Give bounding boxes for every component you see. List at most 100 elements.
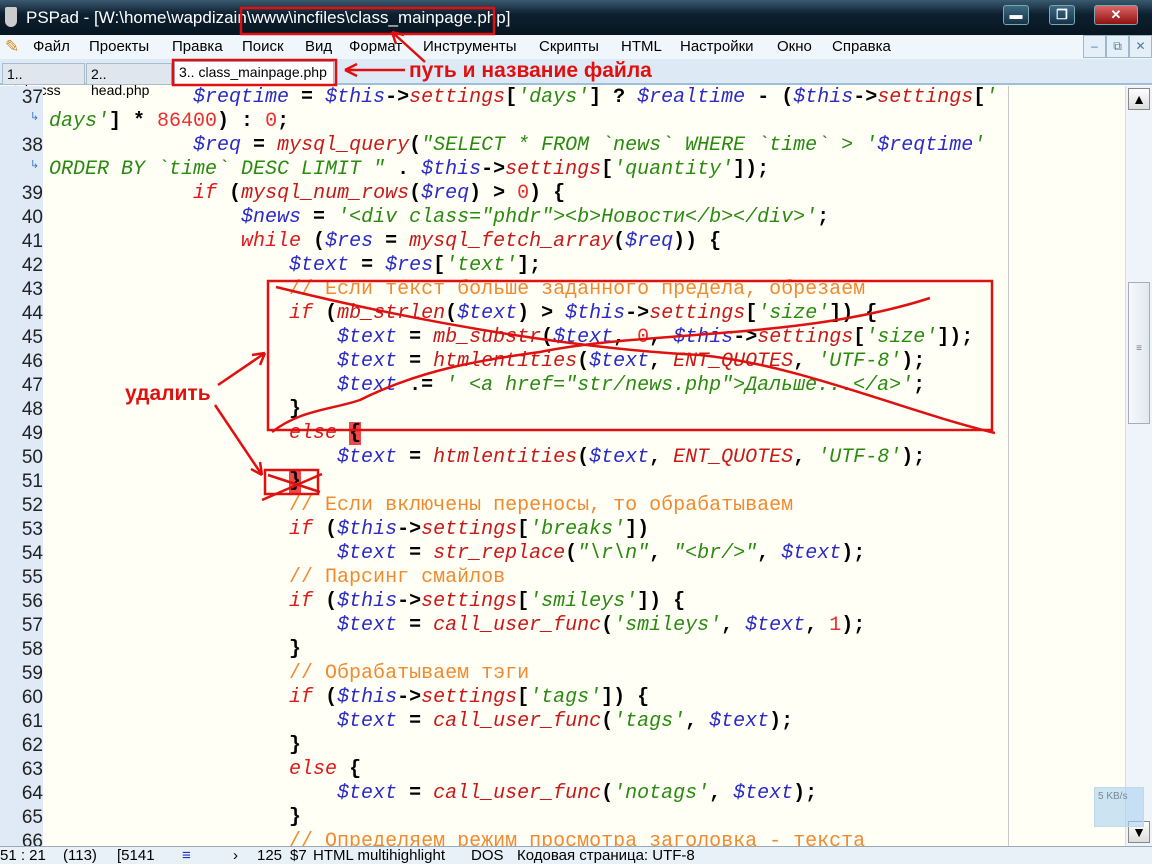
code-editor[interactable]: 37 $reqtime = $this->settings['days'] ? … — [0, 86, 1125, 846]
operator-token: = — [397, 542, 434, 565]
mdi-minimize-button[interactable]: – — [1083, 35, 1106, 58]
operator-token: [ — [517, 518, 530, 541]
menu-html[interactable]: HTML — [621, 38, 662, 55]
line-number: 49 — [21, 423, 43, 444]
code-text: else { — [49, 758, 361, 782]
string-token: 'notags' — [613, 782, 710, 805]
menu-window[interactable]: Окно — [777, 38, 812, 55]
operator-token: ( — [601, 710, 614, 733]
operator-token: [ — [601, 158, 614, 181]
restore-button[interactable]: ❐ — [1049, 5, 1075, 25]
operator-token: [ — [853, 326, 866, 349]
line-number: 46 — [21, 351, 43, 372]
string-token: 'tags' — [529, 686, 602, 709]
operator-token: ] * — [109, 110, 158, 133]
tab-style-css[interactable]: 1.. style.css — [2, 63, 85, 98]
operator-token: = — [373, 230, 410, 253]
string-token: "\r\n" — [577, 542, 650, 565]
function-token: htmlentities — [433, 446, 578, 469]
variable-token: $req — [421, 182, 470, 205]
menu-scripts[interactable]: Скрипты — [539, 38, 599, 55]
keyword-token: else — [289, 758, 338, 781]
scroll-up-icon[interactable]: ▲ — [1128, 88, 1150, 110]
operator-token: , — [757, 542, 782, 565]
variable-token: $text — [781, 542, 842, 565]
operator-token: ( — [541, 326, 554, 349]
variable-token: $this — [337, 590, 398, 613]
operator-token: , — [793, 446, 818, 469]
variable-token: $news — [241, 206, 302, 229]
status-highlighter[interactable]: HTML multihighlight — [313, 847, 458, 864]
variable-token: $this — [337, 518, 398, 541]
status-encoding[interactable]: Кодовая страница: UTF-8 — [517, 847, 695, 864]
operator-token: -> — [853, 86, 878, 109]
variable-token: $this — [673, 326, 734, 349]
mdi-close-button[interactable]: ✕ — [1129, 35, 1152, 58]
bracket-highlight: { — [349, 422, 362, 445]
operator-token: ); — [901, 350, 926, 373]
wrap-marker-icon: ↳ — [30, 111, 40, 123]
menu-format[interactable]: Формат — [349, 38, 402, 55]
menu-file[interactable]: Файл — [33, 38, 70, 55]
line-number: 51 — [21, 471, 43, 492]
code-line: 62 } — [0, 734, 1125, 758]
operator-token: ]) — [625, 518, 650, 541]
string-token: 'UTF-8' — [817, 446, 902, 469]
mdi-restore-button[interactable]: ⧉ — [1106, 35, 1129, 58]
code-text: $text = call_user_func('smileys', $text,… — [49, 614, 865, 638]
menu-search[interactable]: Поиск — [242, 38, 284, 55]
code-line: 50 $text = htmlentities($text, ENT_QUOTE… — [0, 446, 1125, 470]
tab-class-mainpage-php[interactable]: 3.. class_mainpage.php — [174, 61, 334, 85]
variable-token: $res — [385, 254, 434, 277]
line-number: 39 — [21, 183, 43, 204]
variable-token: $req — [193, 134, 242, 157]
tab-head-php[interactable]: 2.. head.php — [86, 63, 172, 98]
code-text: if ($this->settings['tags']) { — [49, 686, 649, 710]
operator-token: ); — [841, 614, 866, 637]
menu-projects[interactable]: Проекты — [89, 38, 149, 55]
scroll-thumb[interactable]: ≡ — [1128, 282, 1150, 424]
number-token: 0 — [637, 326, 650, 349]
operator-token: ; — [913, 374, 926, 397]
variable-token: $text — [337, 374, 398, 397]
vertical-scrollbar[interactable]: ▲ ≡ ▼ — [1125, 86, 1152, 846]
variable-token: $text — [337, 782, 398, 805]
close-button[interactable]: ✕ — [1094, 5, 1138, 25]
string-token: 'size' — [865, 326, 938, 349]
code-line: 61 $text = call_user_func('tags', $text)… — [0, 710, 1125, 734]
keyword-token: if — [289, 686, 314, 709]
menu-edit[interactable]: Правка — [172, 38, 223, 55]
number-token: 1 — [829, 614, 842, 637]
menu-help[interactable]: Справка — [832, 38, 891, 55]
keyword-token: if — [289, 302, 314, 325]
operator-token: ) > — [517, 302, 566, 325]
code-text: $text = mb_substr($text, 0, $this->setti… — [49, 326, 973, 350]
menu-view[interactable]: Вид — [305, 38, 332, 55]
menu-settings[interactable]: Настройки — [680, 38, 754, 55]
line-number: 47 — [21, 375, 43, 396]
status-eol[interactable]: DOS — [471, 847, 504, 864]
minimize-button[interactable]: ▬ — [1003, 5, 1029, 25]
operator-token: ( — [565, 542, 578, 565]
menu-tools[interactable]: Инструменты — [423, 38, 517, 55]
string-token: ' — [973, 134, 986, 157]
variable-token: $this — [565, 302, 626, 325]
line-number: 54 — [21, 543, 43, 564]
operator-token: [ — [505, 86, 518, 109]
operator-token: } — [289, 638, 302, 661]
code-line: 45 $text = mb_substr($text, 0, $this->se… — [0, 326, 1125, 350]
number-token: 86400 — [157, 110, 218, 133]
line-number: 61 — [21, 711, 43, 732]
function-token: mysql_query — [277, 134, 410, 157]
operator-token: ); — [793, 782, 818, 805]
string-token: "SELECT * FROM `news` WHERE `time` > ' — [421, 134, 878, 157]
comment-token: // Если текст больше заданного предела, … — [289, 278, 866, 301]
